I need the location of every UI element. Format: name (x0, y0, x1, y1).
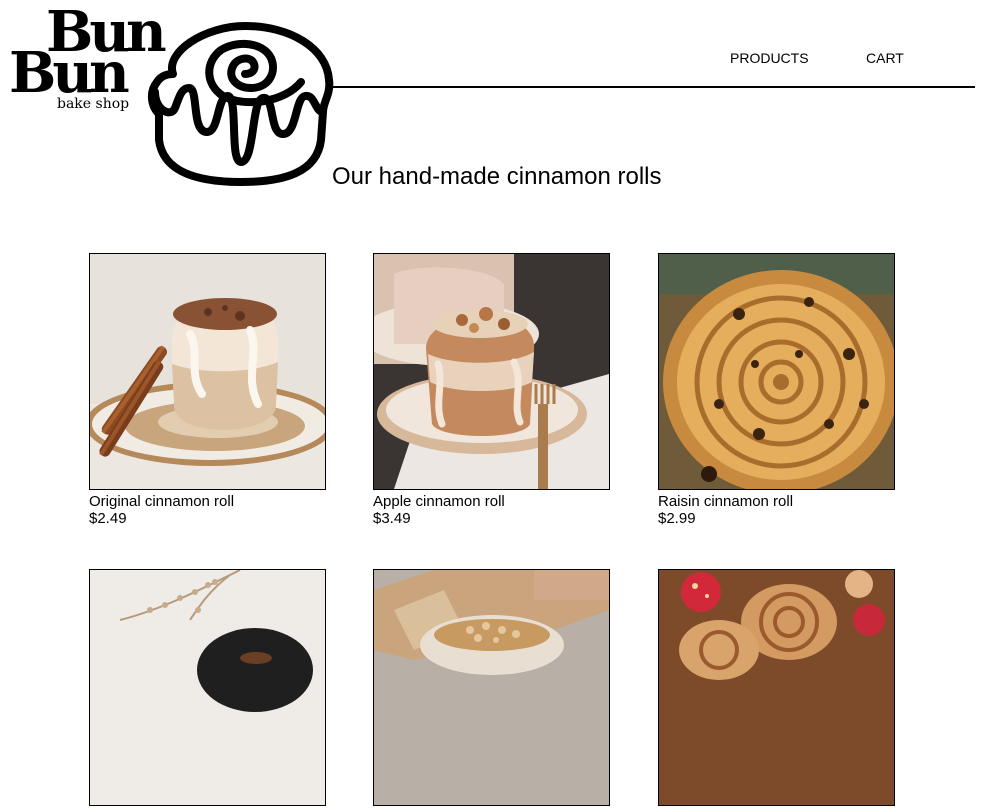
brand-tagline: bake shop (57, 96, 130, 112)
product-card[interactable] (373, 569, 610, 809)
product-card[interactable] (89, 569, 326, 809)
nav-products-link[interactable]: PRODUCTS (730, 50, 809, 66)
product-photo-original[interactable] (89, 253, 326, 490)
product-photo[interactable] (89, 569, 326, 806)
main-nav: PRODUCTS CART (0, 50, 982, 66)
product-photo-apple[interactable] (373, 253, 610, 490)
brand-logo[interactable]: Bun Bun bake shop (0, 0, 340, 190)
product-name[interactable]: Raisin cinnamon roll (658, 493, 895, 510)
product-photo[interactable] (373, 569, 610, 806)
product-card[interactable]: Apple cinnamon roll $3.49 (373, 253, 610, 527)
nav-cart-link[interactable]: CART (866, 50, 904, 66)
product-photo-raisin[interactable] (658, 253, 895, 490)
product-price: $2.49 (89, 510, 127, 527)
page-title: Our hand-made cinnamon rolls (332, 163, 662, 190)
product-card[interactable]: Raisin cinnamon roll $2.99 (658, 253, 895, 527)
cinnamon-roll-icon (148, 22, 334, 186)
product-name[interactable]: Apple cinnamon roll (373, 493, 610, 510)
product-photo[interactable] (658, 569, 895, 806)
product-card[interactable]: Original cinnamon roll $2.49 (89, 253, 326, 527)
product-card[interactable] (658, 569, 895, 809)
header-divider (332, 86, 975, 88)
product-name[interactable]: Original cinnamon roll (89, 493, 326, 510)
product-price: $3.49 (373, 510, 411, 527)
product-price: $2.99 (658, 510, 696, 527)
